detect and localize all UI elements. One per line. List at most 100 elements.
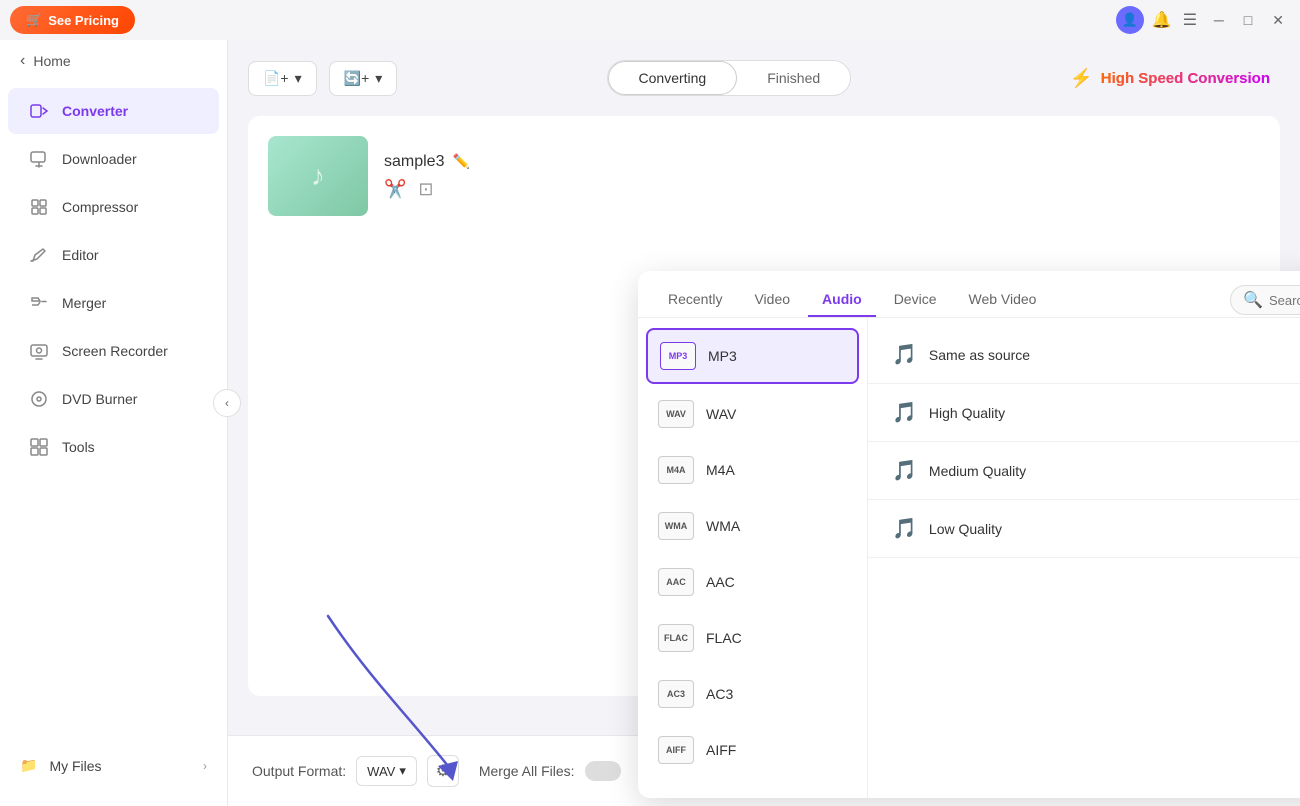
tab-video[interactable]: Video <box>740 283 804 317</box>
merger-label: Merger <box>62 295 106 311</box>
music-note-icon: ♪ <box>311 160 325 192</box>
notification-icon[interactable]: 🔔 <box>1152 10 1172 30</box>
wav-icon: WAV <box>658 400 694 428</box>
myfiles-arrow: › <box>203 759 207 773</box>
sidebar-myfiles[interactable]: 📁 My Files › <box>0 745 227 786</box>
file-name: sample3 <box>384 153 444 171</box>
merger-icon <box>28 292 50 314</box>
m4a-icon: M4A <box>658 456 694 484</box>
downloader-icon <box>28 148 50 170</box>
editor-icon <box>28 244 50 266</box>
add-file-button[interactable]: 📄+ ▾ <box>248 61 317 96</box>
chevron-down-icon: ▾ <box>399 763 406 779</box>
crop-icon[interactable]: ⊡ <box>418 179 433 200</box>
dvd-burner-label: DVD Burner <box>62 391 137 407</box>
merge-label: Merge All Files: <box>479 763 575 779</box>
quality-item-medium[interactable]: 🎵 Medium Quality 256 kbps <box>868 442 1300 500</box>
see-pricing-button[interactable]: 🛒 See Pricing <box>10 6 135 34</box>
format-item-m4a[interactable]: M4A M4A <box>638 442 867 498</box>
maximize-button[interactable]: □ <box>1238 10 1258 30</box>
format-item-flac[interactable]: FLAC FLAC <box>638 610 867 666</box>
file-thumbnail: ♪ <box>268 136 368 216</box>
sidebar: ‹ Home Converter Downloader Compressor E… <box>0 0 228 806</box>
sidebar-item-dvd-burner[interactable]: DVD Burner <box>8 376 219 422</box>
quality-label-same: Same as source <box>929 347 1300 363</box>
tab-device[interactable]: Device <box>880 283 951 317</box>
tools-label: Tools <box>62 439 95 455</box>
add-file-icon: 📄+ <box>263 70 289 87</box>
converter-label: Converter <box>62 103 128 119</box>
output-format-value: WAV <box>367 764 395 779</box>
aac-icon: AAC <box>658 568 694 596</box>
tab-converting[interactable]: Converting <box>608 61 738 95</box>
main-content: 📄+ ▾ 🔄+ ▾ Converting Finished ⚡ High Spe… <box>228 40 1300 806</box>
content-area: ♪ sample3 ✏️ ✂️ ⊡ Convert Recently Video… <box>248 116 1280 696</box>
wma-icon: WMA <box>658 512 694 540</box>
search-icon: 🔍 <box>1243 290 1263 310</box>
output-format-section: Output Format: WAV ▾ ⚙ <box>252 755 459 787</box>
sidebar-item-downloader[interactable]: Downloader <box>8 136 219 182</box>
output-format-label: Output Format: <box>252 763 346 779</box>
format-body: MP3 MP3 WAV WAV M4A M4A WMA WMA <box>638 318 1300 798</box>
bolt-icon: ⚡ <box>1070 68 1092 89</box>
format-label-m4a: M4A <box>706 462 735 478</box>
user-avatar[interactable]: 👤 <box>1116 6 1144 34</box>
merge-toggle[interactable] <box>585 761 621 781</box>
format-item-mp3[interactable]: MP3 MP3 <box>646 328 859 384</box>
quality-item-low[interactable]: 🎵 Low Quality 128 kbps <box>868 500 1300 558</box>
sidebar-item-converter[interactable]: Converter <box>8 88 219 134</box>
tab-web-video[interactable]: Web Video <box>954 283 1050 317</box>
high-speed-button[interactable]: ⚡ High Speed Conversion <box>1060 68 1280 89</box>
output-format-select[interactable]: WAV ▾ <box>356 756 417 786</box>
tab-recently[interactable]: Recently <box>654 283 736 317</box>
tools-icon <box>28 436 50 458</box>
sidebar-item-editor[interactable]: Editor <box>8 232 219 278</box>
sidebar-item-compressor[interactable]: Compressor <box>8 184 219 230</box>
compressor-icon <box>28 196 50 218</box>
format-label-ac3: AC3 <box>706 686 733 702</box>
converter-icon <box>28 100 50 122</box>
sidebar-item-screen-recorder[interactable]: Screen Recorder <box>8 328 219 374</box>
quality-music-icon-4: 🎵 <box>892 516 917 541</box>
tab-switcher: Converting Finished <box>607 60 852 96</box>
quality-item-same-as-source[interactable]: 🎵 Same as source Auto <box>868 326 1300 384</box>
add-folder-icon: 🔄+ <box>344 70 370 87</box>
sidebar-item-tools[interactable]: Tools <box>8 424 219 470</box>
editor-label: Editor <box>62 247 99 263</box>
format-item-ac3[interactable]: AC3 AC3 <box>638 666 867 722</box>
sidebar-item-merger[interactable]: Merger <box>8 280 219 326</box>
hamburger-icon[interactable]: ☰ <box>1180 10 1200 30</box>
format-item-wav[interactable]: WAV WAV <box>638 386 867 442</box>
add-folder-label: ▾ <box>375 70 382 87</box>
close-button[interactable]: ✕ <box>1266 10 1290 31</box>
quality-label-high: High Quality <box>929 405 1300 421</box>
format-item-wma[interactable]: WMA WMA <box>638 498 867 554</box>
sidebar-collapse-button[interactable]: ‹ <box>213 389 241 417</box>
see-pricing-label: See Pricing <box>48 13 119 28</box>
quality-item-high[interactable]: 🎵 High Quality 320 kbps <box>868 384 1300 442</box>
format-search-input[interactable] <box>1269 293 1300 308</box>
format-tabs: Recently Video Audio Device Web Video 🔍 <box>638 271 1300 318</box>
format-label-aiff: AIFF <box>706 742 736 758</box>
format-item-aiff[interactable]: AIFF AIFF <box>638 722 867 778</box>
downloader-label: Downloader <box>62 151 137 167</box>
ac3-icon: AC3 <box>658 680 694 708</box>
format-label-flac: FLAC <box>706 630 742 646</box>
format-settings-button[interactable]: ⚙ <box>427 755 459 787</box>
add-folder-button[interactable]: 🔄+ ▾ <box>329 61 398 96</box>
mp3-icon: MP3 <box>660 342 696 370</box>
compressor-label: Compressor <box>62 199 138 215</box>
format-item-aac[interactable]: AAC AAC <box>638 554 867 610</box>
high-speed-label: High Speed Conversion <box>1101 70 1270 87</box>
edit-filename-icon[interactable]: ✏️ <box>452 153 469 170</box>
add-file-label: ▾ <box>295 70 302 87</box>
titlebar: 🛒 See Pricing 👤 🔔 ☰ ─ □ ✕ <box>0 0 1300 40</box>
myfiles-label: My Files <box>49 758 101 774</box>
format-label-wma: WMA <box>706 518 740 534</box>
tab-audio[interactable]: Audio <box>808 283 876 317</box>
flac-icon: FLAC <box>658 624 694 652</box>
aiff-icon: AIFF <box>658 736 694 764</box>
minimize-button[interactable]: ─ <box>1208 10 1230 30</box>
tab-finished[interactable]: Finished <box>737 61 850 95</box>
cut-icon[interactable]: ✂️ <box>384 179 406 200</box>
